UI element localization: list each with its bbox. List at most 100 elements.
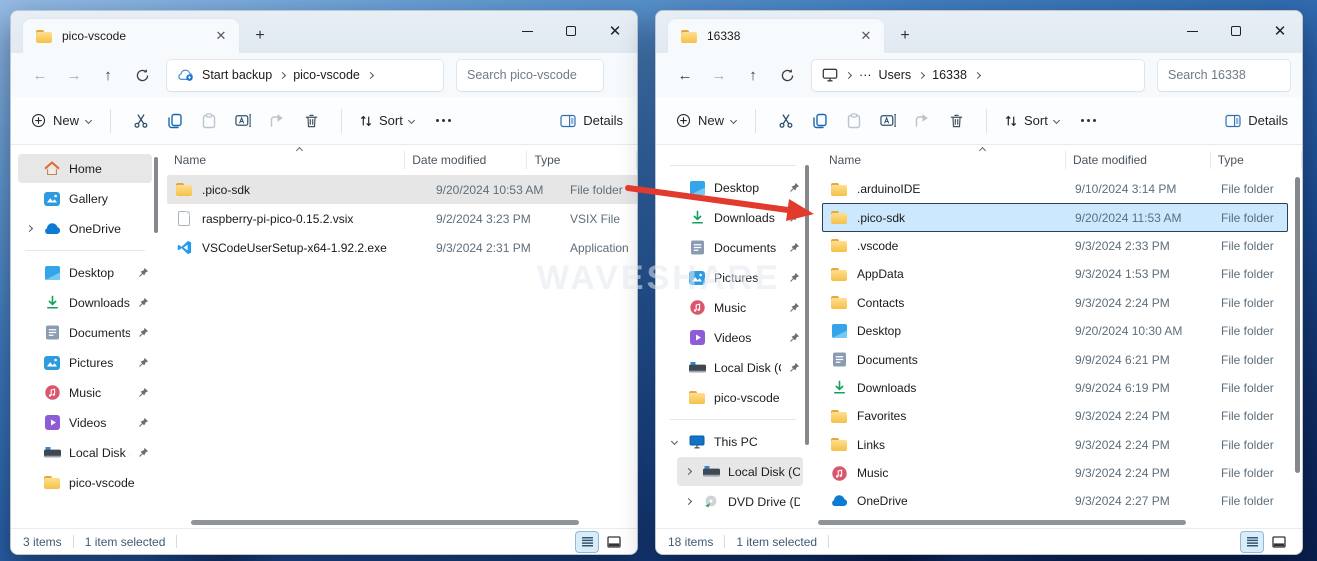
breadcrumb-folder[interactable]: pico-vscode	[293, 68, 360, 82]
column-header-date[interactable]: Date modified	[405, 151, 527, 169]
sort-button[interactable]: Sort	[355, 113, 418, 128]
sidebar-item-documents[interactable]: Documents	[663, 233, 803, 262]
vertical-scrollbar[interactable]	[1295, 177, 1300, 473]
large-icons-view-button[interactable]	[1268, 532, 1290, 552]
expand-chevron-icon[interactable]	[25, 225, 32, 232]
details-pane-toggle[interactable]: Details	[560, 113, 623, 128]
delete-button[interactable]	[939, 105, 973, 137]
file-row-downloads[interactable]: Downloads 9/9/2024 6:19 PM File folder	[822, 374, 1302, 402]
horizontal-scrollbar[interactable]	[159, 518, 637, 527]
large-icons-view-button[interactable]	[603, 532, 625, 552]
sidebar-item-music[interactable]: Music	[663, 293, 803, 322]
sidebar-item-documents[interactable]: Documents	[18, 318, 152, 347]
new-button[interactable]: New	[25, 113, 97, 128]
column-header-date[interactable]: Date modified	[1066, 151, 1211, 169]
column-header-type[interactable]: Type	[527, 151, 637, 169]
file-row-onedrive[interactable]: OneDrive 9/3/2024 2:27 PM File folder	[822, 487, 1302, 515]
up-button[interactable]: ↑	[738, 60, 768, 90]
breadcrumb-ellipsis[interactable]: ···	[859, 68, 872, 82]
back-button[interactable]: ←	[670, 60, 700, 90]
column-header-name[interactable]: Name	[822, 151, 1066, 169]
sidebar-item-dvd-drive[interactable]: DVD Drive (D:)	[677, 487, 803, 516]
details-view-button[interactable]	[576, 532, 598, 552]
sidebar-item-local-disk-c[interactable]: Local Disk (C:)	[677, 457, 803, 486]
file-row-pico-sdk[interactable]: .pico-sdk 9/20/2024 11:53 AM File folder	[822, 203, 1288, 231]
file-row-arduinoide[interactable]: .arduinoIDE 9/10/2024 3:14 PM File folde…	[822, 175, 1302, 203]
expand-chevron-icon[interactable]	[684, 468, 691, 475]
rename-button[interactable]	[226, 105, 260, 137]
details-view-button[interactable]	[1241, 532, 1263, 552]
back-button[interactable]: ←	[25, 60, 55, 90]
file-row-documents[interactable]: Documents 9/9/2024 6:21 PM File folder	[822, 345, 1302, 373]
copy-button[interactable]	[158, 105, 192, 137]
file-row-favorites[interactable]: Favorites 9/3/2024 2:24 PM File folder	[822, 402, 1302, 430]
close-button[interactable]: ✕	[593, 13, 637, 49]
sidebar-item-local-disk[interactable]: Local Disk (C	[663, 353, 803, 382]
refresh-button[interactable]	[127, 60, 157, 90]
column-header-name[interactable]: Name	[167, 151, 405, 169]
close-button[interactable]: ✕	[1258, 13, 1302, 49]
sidebar-item-desktop[interactable]: Desktop	[18, 258, 152, 287]
paste-button[interactable]	[192, 105, 226, 137]
new-button[interactable]: New	[670, 113, 742, 128]
copy-button[interactable]	[803, 105, 837, 137]
details-pane-toggle[interactable]: Details	[1225, 113, 1288, 128]
forward-button[interactable]: →	[59, 60, 89, 90]
search-input[interactable]: Search pico-vscode	[457, 60, 603, 91]
tab-close-icon[interactable]: ✕	[856, 26, 876, 46]
sort-button[interactable]: Sort	[1000, 113, 1063, 128]
file-row-desktop[interactable]: Desktop 9/20/2024 10:30 AM File folder	[822, 317, 1302, 345]
horizontal-scrollbar[interactable]	[810, 518, 1302, 527]
rename-button[interactable]	[871, 105, 905, 137]
file-row-contacts[interactable]: Contacts 9/3/2024 2:24 PM File folder	[822, 289, 1302, 317]
more-options-button[interactable]	[436, 119, 451, 122]
refresh-button[interactable]	[772, 60, 802, 90]
breadcrumb-folder[interactable]: 16338	[932, 68, 967, 82]
search-input[interactable]: Search 16338	[1158, 60, 1290, 91]
breadcrumb-users[interactable]: Users	[879, 68, 912, 82]
column-header-type[interactable]: Type	[1211, 151, 1302, 169]
sidebar-item-desktop[interactable]: Desktop	[663, 173, 803, 202]
forward-button[interactable]: →	[704, 60, 734, 90]
sidebar-item-gallery[interactable]: Gallery	[18, 184, 152, 213]
sidebar-item-this-pc[interactable]: This PC	[663, 427, 803, 456]
file-row-vscode[interactable]: .vscode 9/3/2024 2:33 PM File folder	[822, 232, 1302, 260]
file-row-vsix[interactable]: raspberry-pi-pico-0.15.2.vsix 9/2/2024 3…	[167, 204, 637, 233]
sidebar-item-pictures[interactable]: Pictures	[663, 263, 803, 292]
cut-button[interactable]	[124, 105, 158, 137]
sidebar-item-pictures[interactable]: Pictures	[18, 348, 152, 377]
breadcrumb-start-backup[interactable]: Start backup	[202, 68, 272, 82]
share-button[interactable]	[260, 105, 294, 137]
expand-chevron-icon[interactable]	[684, 498, 691, 505]
sidebar-item-local-disk[interactable]: Local Disk (C	[18, 438, 152, 467]
sidebar-item-downloads[interactable]: Downloads	[663, 203, 803, 232]
new-tab-button[interactable]: +	[892, 23, 918, 49]
tab-pico-vscode[interactable]: pico-vscode ✕	[23, 19, 239, 53]
sidebar-item-videos[interactable]: Videos	[663, 323, 803, 352]
cut-button[interactable]	[769, 105, 803, 137]
sidebar-item-pico-vscode[interactable]: pico-vscode	[18, 468, 152, 497]
sidebar-item-downloads[interactable]: Downloads	[18, 288, 152, 317]
paste-button[interactable]	[837, 105, 871, 137]
address-bar[interactable]: Start backup pico-vscode	[167, 60, 443, 91]
sidebar-scrollbar[interactable]	[805, 165, 809, 445]
maximize-button[interactable]	[1214, 13, 1258, 49]
address-bar[interactable]: ··· Users 16338	[812, 60, 1144, 91]
sidebar-item-onedrive[interactable]: OneDrive	[18, 214, 152, 243]
minimize-button[interactable]	[505, 13, 549, 49]
tab-close-icon[interactable]: ✕	[211, 26, 231, 46]
sidebar-scrollbar[interactable]	[154, 157, 158, 233]
file-row-pico-sdk[interactable]: .pico-sdk 9/20/2024 10:53 AM File folder	[167, 175, 637, 204]
maximize-button[interactable]	[549, 13, 593, 49]
up-button[interactable]: ↑	[93, 60, 123, 90]
file-row-vscode-setup[interactable]: VSCodeUserSetup-x64-1.92.2.exe 9/3/2024 …	[167, 233, 637, 262]
sidebar-item-home[interactable]: Home	[18, 154, 152, 183]
file-row-music[interactable]: Music 9/3/2024 2:24 PM File folder	[822, 459, 1302, 487]
tab-16338[interactable]: 16338 ✕	[668, 19, 884, 53]
delete-button[interactable]	[294, 105, 328, 137]
more-options-button[interactable]	[1081, 119, 1096, 122]
minimize-button[interactable]	[1170, 13, 1214, 49]
share-button[interactable]	[905, 105, 939, 137]
new-tab-button[interactable]: +	[247, 23, 273, 49]
sidebar-item-videos[interactable]: Videos	[18, 408, 152, 437]
